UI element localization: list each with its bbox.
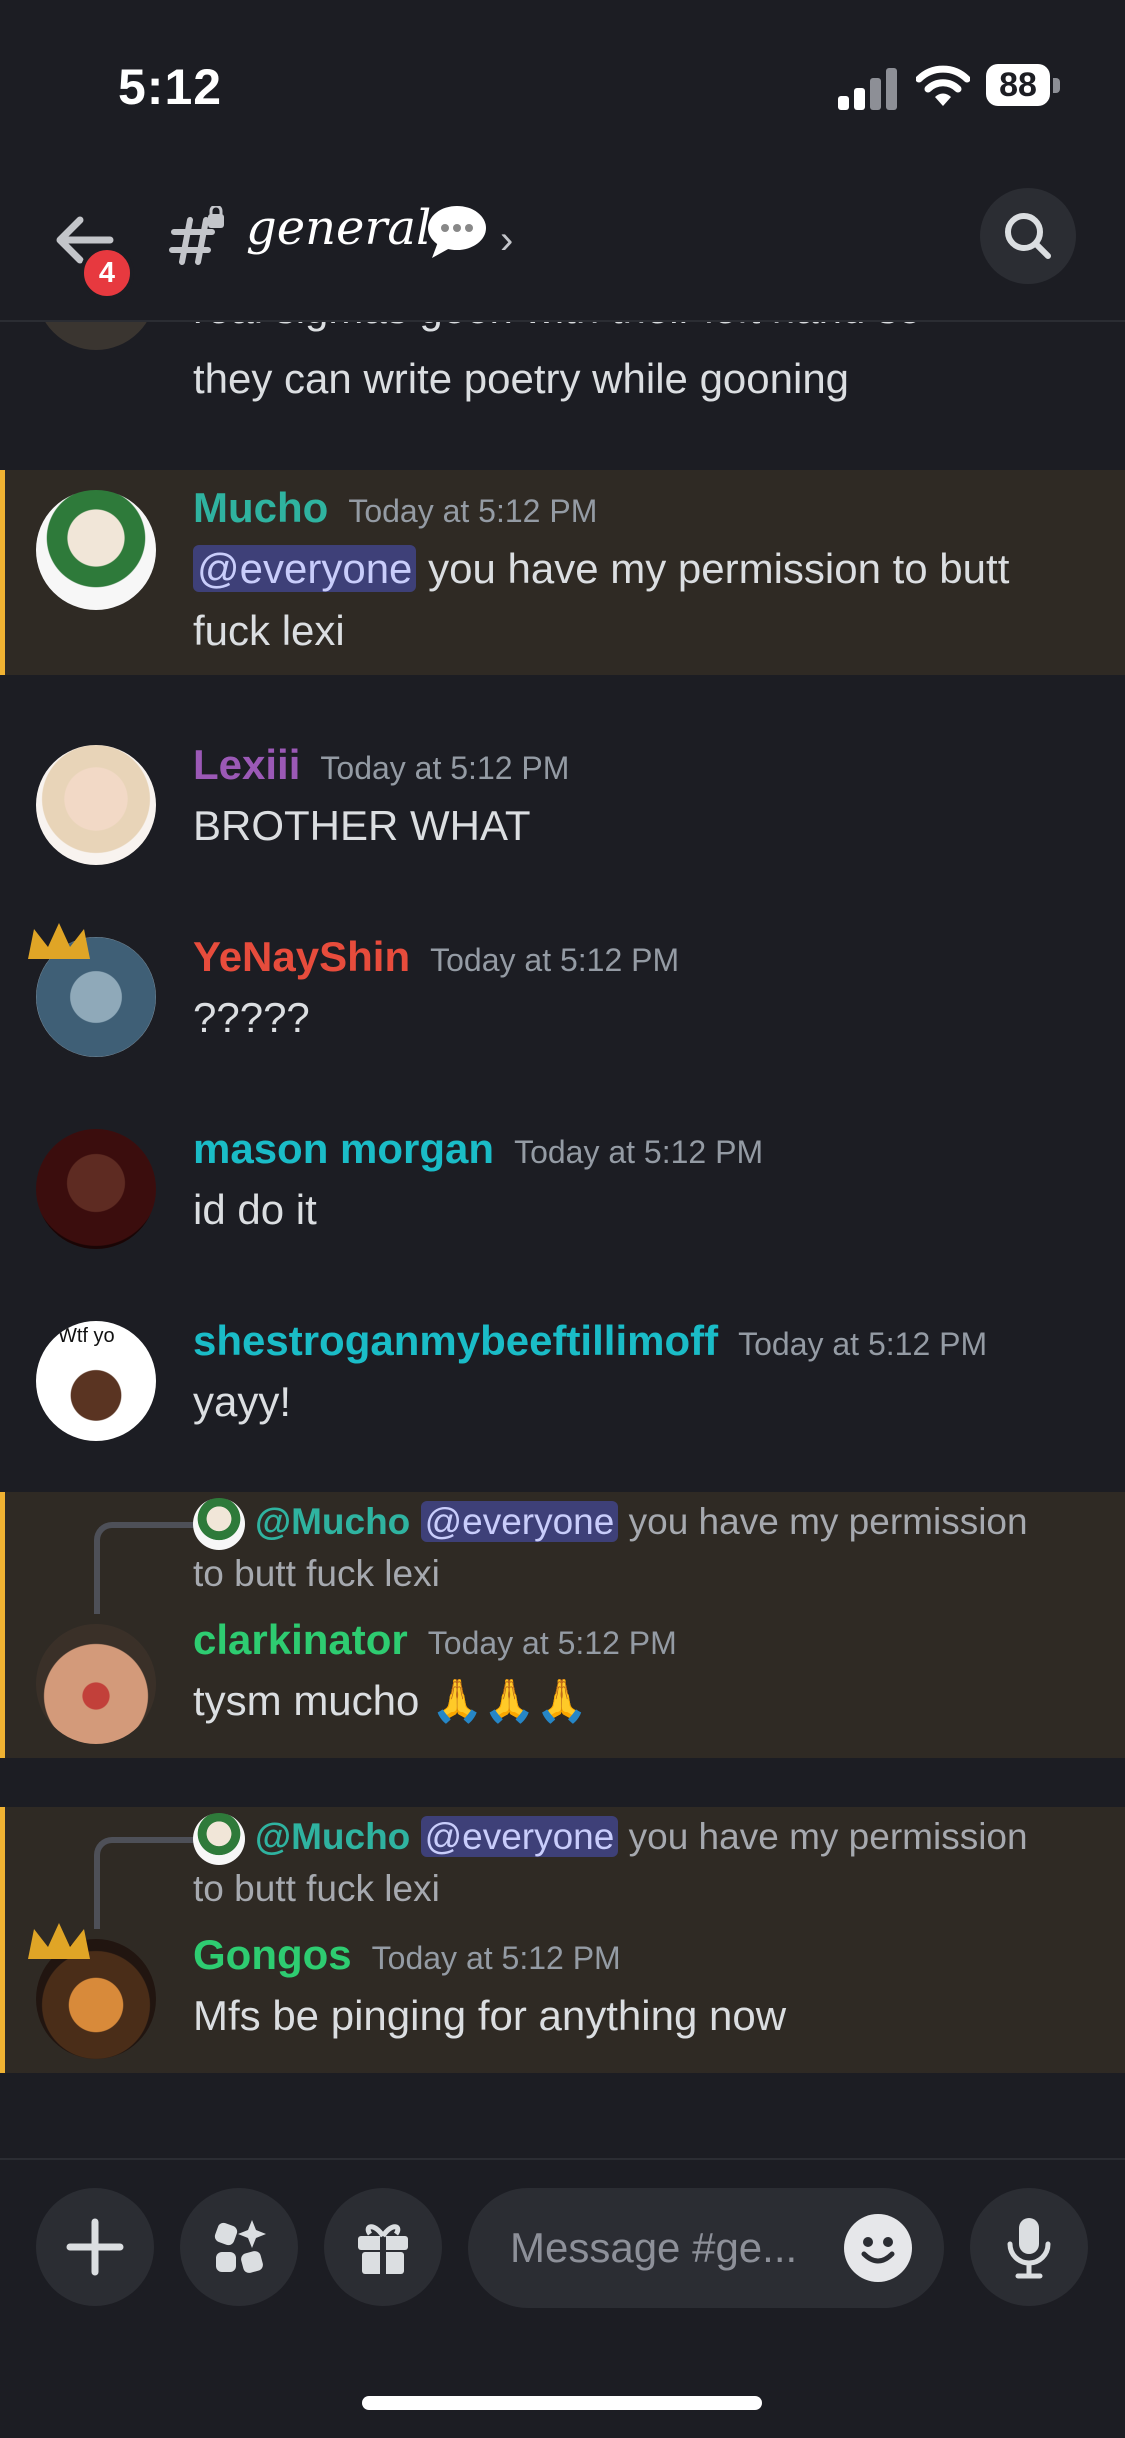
timestamp: Today at 5:12 PM (738, 1326, 988, 1362)
reply-avatar (193, 1498, 245, 1551)
add-attachment-button[interactable] (36, 2188, 154, 2306)
message-partial: real sigmas goon with their left hand so… (0, 322, 1125, 442)
reply-connector (94, 1837, 194, 1929)
voice-message-button[interactable] (970, 2188, 1088, 2306)
timestamp: Today at 5:12 PM (320, 750, 570, 786)
author-name[interactable]: mason morgan Today at 5:12 PM (193, 1125, 763, 1173)
timestamp: Today at 5:12 PM (427, 1625, 677, 1661)
mention[interactable]: @everyone (193, 545, 417, 592)
battery-level: 88 (999, 66, 1037, 104)
status-time: 5:12 (118, 59, 223, 115)
message-mucho[interactable]: Mucho Today at 5:12 PM @everyone you have… (0, 470, 1125, 675)
cellular-signal-icon (838, 66, 898, 110)
channel-header: general › (0, 170, 1125, 322)
timestamp: Today at 5:12 PM (348, 493, 598, 529)
chevron-right-icon[interactable]: › (500, 218, 513, 263)
crown-icon (28, 1923, 90, 1959)
message-text: Mfs be pinging for anything now (193, 1992, 787, 2039)
author-name[interactable]: Gongos Today at 5:12 PM (193, 1931, 621, 1979)
avatar[interactable] (36, 322, 156, 350)
message-text: they can write poetry while gooning (193, 355, 850, 402)
reply-preview-text: to butt fuck lexi (193, 1553, 440, 1594)
channel-name[interactable]: general (246, 200, 431, 256)
message-text: id do it (193, 1186, 317, 1233)
message-mason-morgan[interactable]: mason morgan Today at 5:12 PM id do it (0, 1111, 1125, 1276)
message-lexiii[interactable]: Lexiii Today at 5:12 PM BROTHER WHAT (0, 727, 1125, 892)
author-name[interactable]: YeNayShin Today at 5:12 PM (193, 933, 679, 981)
message-text: @everyone you have my permission to butt (193, 538, 1009, 600)
avatar[interactable]: Wtf yo (36, 1321, 156, 1441)
status-bar: 5:12 88 (0, 0, 1125, 170)
unread-badge: 4 (80, 246, 134, 300)
message-text: tysm mucho 🙏🙏🙏 (193, 1677, 588, 1724)
reply-avatar (193, 1813, 245, 1866)
avatar[interactable] (36, 1129, 156, 1249)
reply-preview-text: to butt fuck lexi (193, 1868, 440, 1909)
message-shestroganmybeeftillimoff[interactable]: Wtf yo shestroganmybeeftillimoff Today at… (0, 1303, 1125, 1468)
speech-bubble-icon (428, 206, 486, 258)
wifi-icon (916, 65, 970, 106)
reply-connector (94, 1522, 194, 1614)
author-name[interactable]: shestroganmybeeftillimoff Today at 5:12 P… (193, 1317, 987, 1365)
avatar[interactable] (36, 490, 156, 610)
timestamp: Today at 5:12 PM (514, 1134, 764, 1170)
message-text: BROTHER WHAT (193, 802, 531, 849)
message-input[interactable]: Message #ge... (468, 2188, 944, 2308)
microphone-icon (1007, 2218, 1051, 2279)
message-text: real sigmas goon with their left hand so (193, 322, 921, 340)
gift-button[interactable] (324, 2188, 442, 2306)
avatar[interactable] (36, 745, 156, 865)
search-button[interactable] (980, 188, 1076, 284)
timestamp: Today at 5:12 PM (371, 1940, 621, 1976)
mention[interactable]: @everyone (420, 1816, 619, 1857)
smiley-icon (861, 2237, 895, 2264)
channel-hash-icon (169, 206, 224, 265)
message-text: ????? (193, 994, 310, 1041)
reply-preview[interactable]: @Mucho @everyone you have my permission (193, 1496, 1028, 1551)
plus-icon (66, 2218, 124, 2276)
message-yenayshin[interactable]: YeNayShin Today at 5:12 PM ????? (0, 919, 1125, 1084)
home-indicator[interactable] (362, 2396, 762, 2410)
avatar[interactable] (36, 1624, 156, 1744)
battery-icon: 88 (986, 64, 1062, 108)
avatar-caption: Wtf yo (58, 1325, 115, 1347)
message-text: fuck lexi (193, 607, 345, 654)
emoji-button[interactable] (844, 2214, 912, 2282)
author-name[interactable]: Mucho Today at 5:12 PM (193, 484, 597, 532)
message-clarkinator[interactable]: @Mucho @everyone you have my permission … (0, 1492, 1125, 1758)
author-name[interactable]: clarkinator Today at 5:12 PM (193, 1616, 677, 1664)
apps-button[interactable] (180, 2188, 298, 2306)
message-gongos[interactable]: @Mucho @everyone you have my permission … (0, 1807, 1125, 2073)
crown-icon (28, 923, 90, 959)
mention[interactable]: @everyone (420, 1501, 619, 1542)
author-name[interactable]: Lexiii Today at 5:12 PM (193, 741, 569, 789)
timestamp: Today at 5:12 PM (430, 942, 680, 978)
gift-icon (358, 2224, 408, 2274)
message-list[interactable]: real sigmas goon with their left hand so… (0, 322, 1125, 2157)
search-icon (1005, 213, 1051, 259)
reply-preview[interactable]: @Mucho @everyone you have my permission (193, 1811, 1028, 1866)
message-text: yayy! (193, 1378, 292, 1425)
apps-icon (214, 2220, 266, 2273)
message-placeholder: Message #ge... (510, 2224, 798, 2271)
